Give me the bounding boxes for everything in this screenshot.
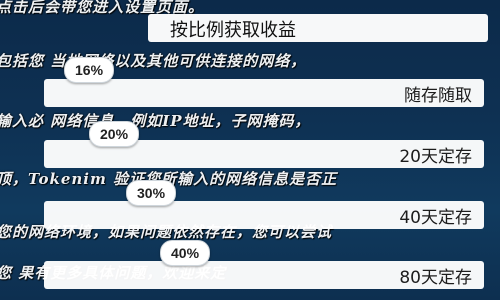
plan-label: 20天定存 [399,147,472,167]
plan-label: 40天定存 [399,208,472,228]
background-text-line: 输入必 网络信息，例如IP地址，子网掩码， [0,112,311,130]
rate-badge: 20% [89,121,140,147]
plan-row-flexible[interactable]: 随存随取 [44,79,484,107]
header-row: 按比例获取收益 [148,14,488,42]
promo-panel: 点击后会带您进入设置页面。 包括您 当地网络以及其他可供连接的网络， 输入必 网… [0,0,500,300]
rate-badge: 40% [160,240,211,266]
plan-row-40-day[interactable]: 40天定存 [44,201,484,229]
rate-badge: 30% [126,180,177,206]
plan-row-80-day[interactable]: 80天定存 [44,261,484,289]
plan-label: 随存随取 [404,86,472,106]
rate-badge: 16% [64,57,115,83]
plan-label: 80天定存 [399,268,472,288]
background-text-line: 包括您 当地网络以及其他可供连接的网络， [0,52,307,70]
header-title: 按比例获取收益 [170,20,296,41]
